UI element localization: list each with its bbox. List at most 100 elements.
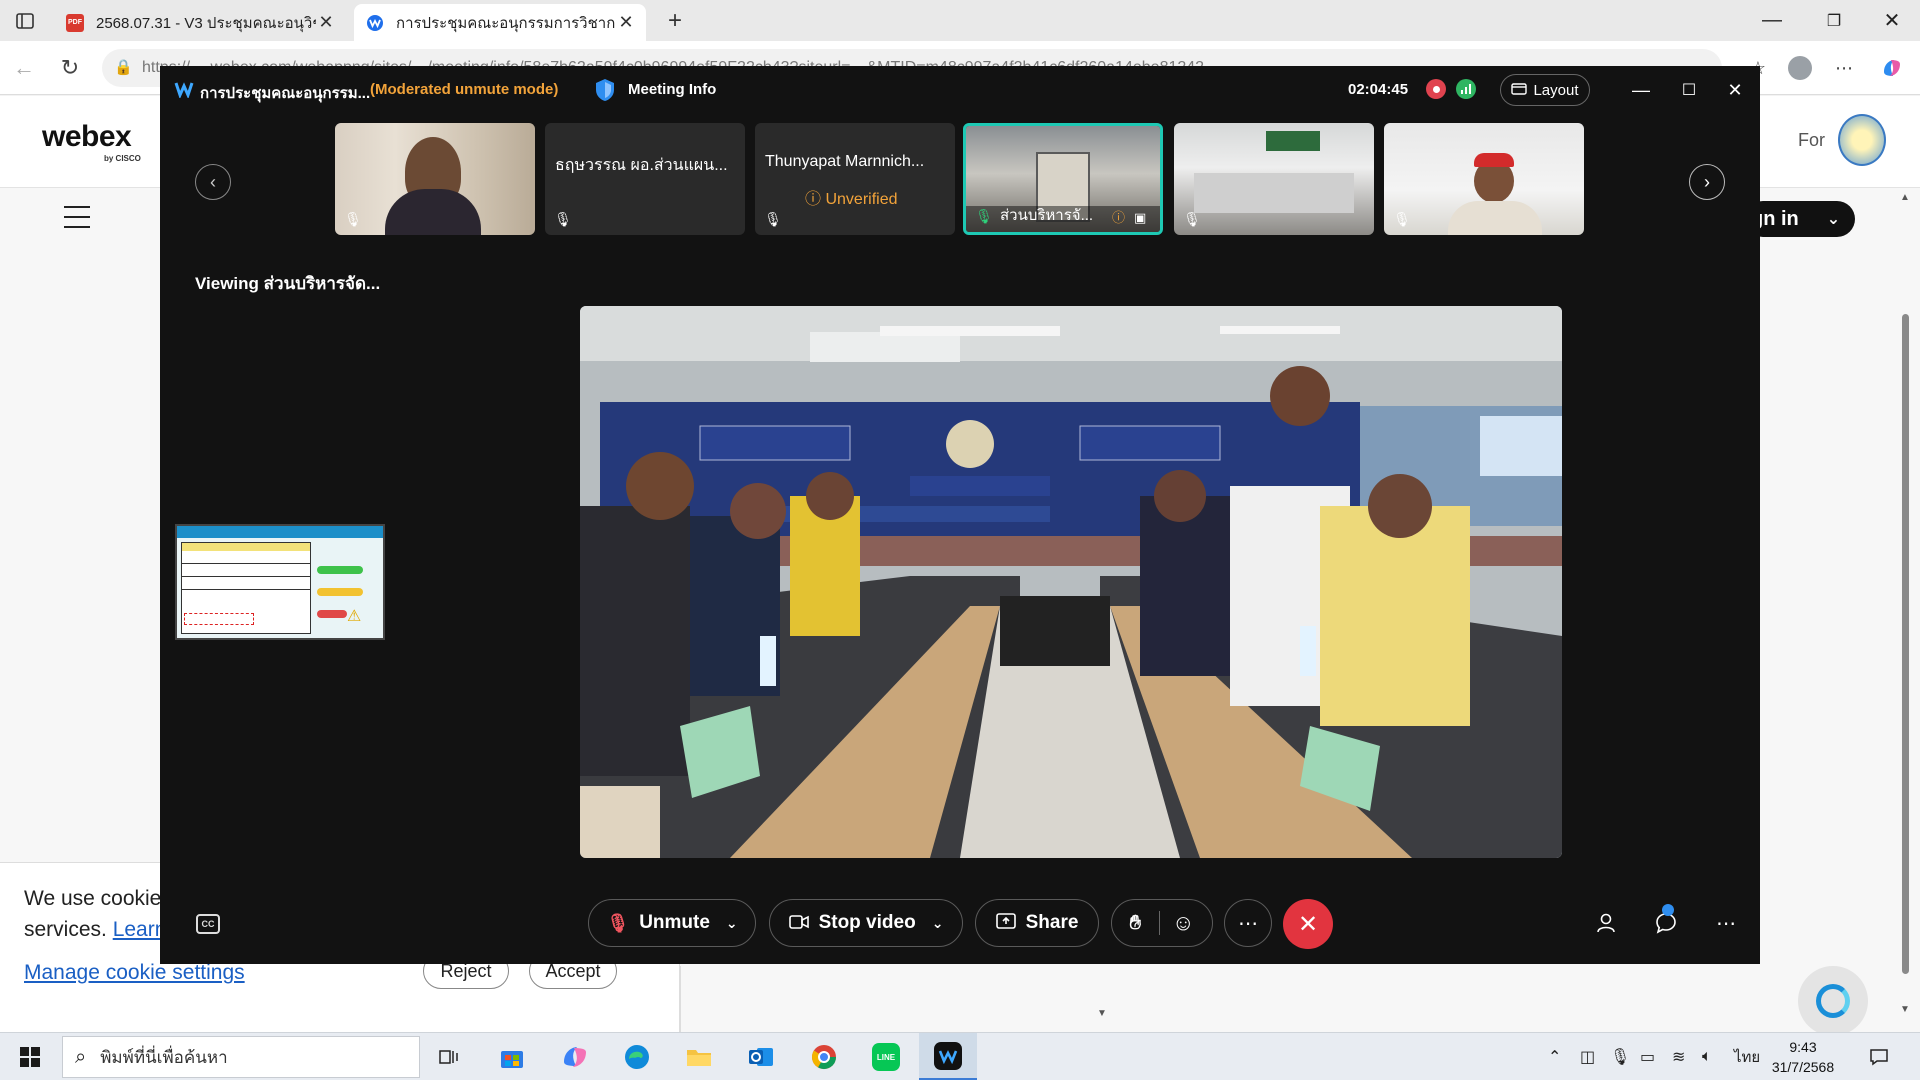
volume-icon[interactable]: 🔈︎	[1702, 1045, 1712, 1069]
copilot-icon[interactable]	[1876, 52, 1908, 84]
share-button[interactable]: Share	[975, 899, 1099, 947]
main-video-stream	[580, 306, 1562, 858]
meeting-title-bar: การประชุมคณะอนุกรรม... (Moderated unmute…	[160, 66, 1760, 114]
wifi-icon[interactable]: ≋	[1672, 1045, 1685, 1069]
room-sign	[1266, 131, 1320, 151]
shield-icon[interactable]	[594, 78, 616, 102]
layout-button[interactable]: Layout	[1500, 74, 1590, 106]
back-icon[interactable]: ←	[8, 52, 40, 84]
chrome-icon[interactable]	[795, 1033, 853, 1080]
chevron-down-icon[interactable]: ⌄	[932, 915, 944, 932]
participant-tile[interactable]: Thunyapat Marnnich... ⓘ Unverified 🎙︎	[755, 123, 955, 235]
outlook-icon[interactable]	[732, 1033, 790, 1080]
scroll-up-icon[interactable]: ▲	[1900, 192, 1910, 203]
profile-icon[interactable]	[1784, 52, 1816, 84]
maximize-icon[interactable]: ☐	[1674, 76, 1704, 104]
participant-tile-active[interactable]: 🎙︎ ส่วนบริหารจั... ⓘ ▣	[963, 123, 1163, 235]
tab-title: 2568.07.31 - V3 ประชุมคณะอนุวิชาการ	[96, 14, 316, 32]
taskbar-search-input[interactable]: ⌕ พิมพ์ที่นี่เพื่อค้นหา	[62, 1036, 420, 1078]
meeting-timer: 02:04:45	[1348, 81, 1409, 98]
chevron-down-icon: ⌄	[1826, 211, 1841, 228]
tab-pdf-document[interactable]: PDF 2568.07.31 - V3 ประชุมคณะอนุวิชาการ …	[54, 4, 346, 41]
microsoft-store-icon[interactable]	[483, 1033, 541, 1080]
menu-icon[interactable]	[64, 206, 90, 228]
participant-tile[interactable]: 🎙︎	[1174, 123, 1374, 235]
line-app-icon[interactable]: LINE	[857, 1033, 915, 1080]
close-icon[interactable]: ✕	[1720, 76, 1750, 104]
file-explorer-icon[interactable]	[670, 1033, 728, 1080]
webex-app-icon[interactable]	[919, 1033, 977, 1080]
windows-taskbar: ⌕ พิมพ์ที่นี่เพื่อค้นหา LINE ⌃ ◫ 🎙︎ ▭ ≋ …	[0, 1032, 1920, 1080]
more-options-icon[interactable]: ⋯	[1224, 899, 1272, 947]
recording-icon[interactable]	[1426, 79, 1446, 99]
close-tab-icon[interactable]: ✕	[616, 12, 636, 33]
loading-spinner-icon	[1798, 966, 1868, 1036]
leave-meeting-button[interactable]: ✕	[1283, 899, 1333, 949]
task-view-icon[interactable]	[420, 1033, 478, 1080]
next-participants-icon[interactable]: ›	[1689, 164, 1725, 200]
participant-name: ส่วนบริหารจั...	[1000, 207, 1094, 224]
restore-icon[interactable]: ❐	[1806, 0, 1862, 41]
participant-tile[interactable]: 🎙︎	[1384, 123, 1584, 235]
shared-content-thumbnail[interactable]: ⚠	[175, 524, 385, 640]
warning-icon: ⚠	[347, 608, 362, 625]
tab-actions-icon[interactable]	[6, 6, 44, 36]
battery-icon[interactable]: ▭	[1640, 1045, 1655, 1069]
stop-video-button[interactable]: Stop video ⌄	[769, 899, 963, 947]
closed-captions-icon[interactable]: CC	[196, 914, 220, 934]
divider	[1158, 911, 1160, 935]
refresh-icon[interactable]: ↻	[54, 52, 86, 84]
video-camera-icon	[788, 913, 809, 934]
minimize-icon[interactable]: —	[1626, 76, 1656, 104]
organization-seal-logo	[1838, 114, 1886, 166]
previous-participants-icon[interactable]: ‹	[195, 164, 231, 200]
network-health-icon[interactable]	[1456, 79, 1476, 99]
microphone-icon[interactable]: 🎙︎	[1610, 1045, 1630, 1069]
edge-browser-icon[interactable]	[608, 1033, 666, 1080]
share-label: Share	[1025, 912, 1079, 933]
close-tab-icon[interactable]: ✕	[316, 12, 336, 33]
unverified-icon: ⓘ	[1112, 210, 1126, 225]
unverified-text: Unverified	[825, 191, 898, 208]
scroll-thumb[interactable]	[1902, 314, 1909, 974]
slide-table	[181, 542, 311, 634]
emoji-reaction-icon[interactable]: ☺	[1172, 910, 1194, 936]
minimize-icon[interactable]: —	[1744, 0, 1800, 41]
notifications-icon[interactable]	[1864, 1043, 1894, 1071]
meeting-tray-icon[interactable]: ◫	[1580, 1045, 1595, 1069]
share-screen-icon	[995, 912, 1016, 934]
windows-start-icon[interactable]	[0, 1033, 60, 1080]
clock-time: 9:43	[1789, 1039, 1817, 1055]
meeting-info-button[interactable]: Meeting Info	[628, 81, 716, 98]
new-tab-icon[interactable]: +	[656, 6, 694, 36]
sign-in-button[interactable]: gn in ⌄	[1745, 201, 1855, 237]
muted-mic-icon: 🎙︎	[606, 912, 630, 933]
layout-icon	[1511, 82, 1528, 99]
warning-icon: ⓘ	[805, 191, 822, 208]
webex-icon	[366, 14, 384, 32]
clock-date: 31/7/2568	[1771, 1059, 1835, 1075]
unmute-button[interactable]: 🎙︎ Unmute ⌄	[588, 899, 756, 947]
participant-tile[interactable]: ธฤษวรรณ ผอ.ส่วนแผน... 🎙︎	[545, 123, 745, 235]
system-clock[interactable]: 9:43 31/7/2568	[1764, 1037, 1842, 1077]
chevron-down-icon[interactable]: ⌄	[726, 915, 738, 932]
mic-on-icon: 🎙︎	[975, 207, 993, 224]
raise-hand-icon[interactable]: ✋︎	[1130, 912, 1141, 935]
more-options-icon[interactable]: ⋯	[1828, 52, 1860, 84]
site-info-icon[interactable]: 🔒	[114, 58, 133, 76]
chat-notification-badge	[1662, 904, 1674, 916]
close-window-icon[interactable]: ✕	[1864, 0, 1920, 41]
participant-tile[interactable]: 🎙︎	[335, 123, 535, 235]
more-panels-icon[interactable]: ⋯	[1709, 906, 1743, 940]
manage-cookie-settings-link[interactable]: Manage cookie settings	[24, 961, 245, 985]
tab-webex-meeting[interactable]: การประชุมคณะอนุกรรมการวิชาการและ ✕	[354, 4, 646, 41]
panel-scroll-down-icon[interactable]: ▼	[1097, 1008, 1107, 1019]
show-hidden-icons[interactable]: ⌃	[1548, 1045, 1561, 1069]
webex-logo: webex	[42, 120, 132, 153]
copilot-icon[interactable]	[546, 1033, 604, 1080]
learn-more-link[interactable]: Learn	[113, 918, 164, 941]
input-language[interactable]: ไทย	[1734, 1045, 1760, 1069]
scroll-down-icon[interactable]: ▼	[1900, 1004, 1910, 1015]
participants-icon[interactable]	[1589, 906, 1623, 940]
page-scrollbar[interactable]: ▲ ▼	[1898, 192, 1912, 1022]
